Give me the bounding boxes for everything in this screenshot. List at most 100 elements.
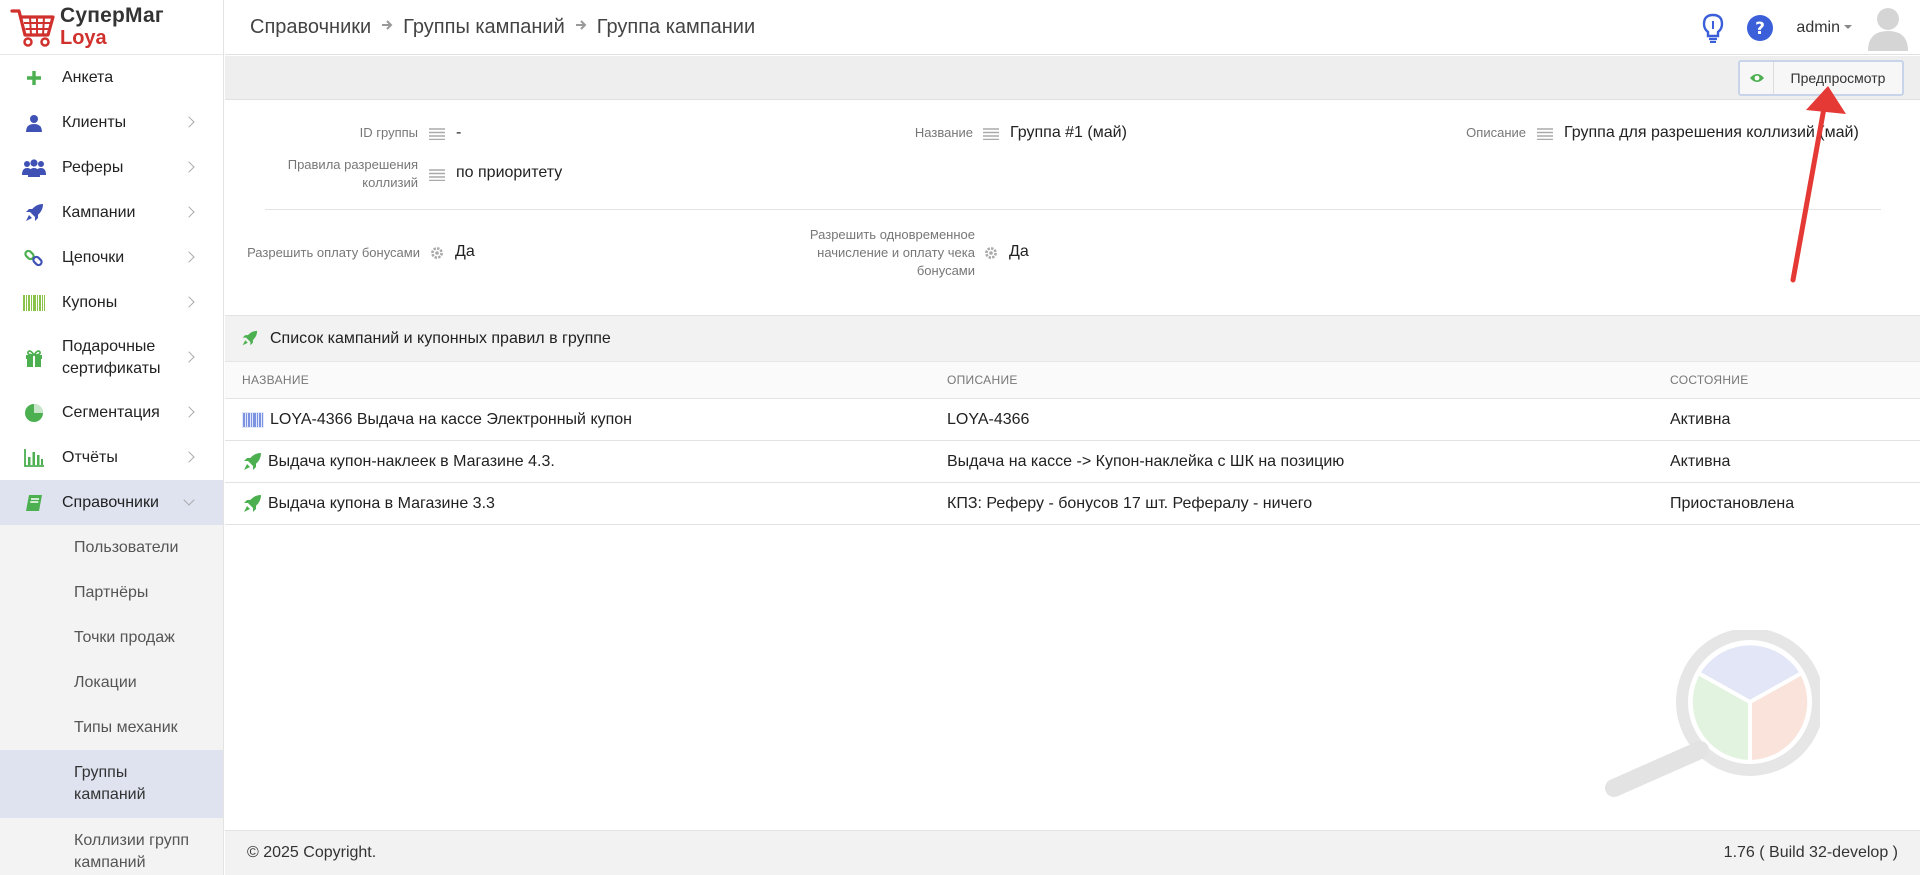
column-header-description[interactable]: ОПИСАНИЕ <box>947 362 1018 398</box>
help-icon[interactable]: ? <box>1746 14 1774 42</box>
sidebar-item-campaigns[interactable]: Кампании <box>0 190 223 235</box>
sidebar-subitem-campaign-group-collisions[interactable]: Коллизии групп кампаний <box>0 818 223 875</box>
sidebar-item-label: Цепочки <box>62 248 125 266</box>
gift-icon <box>22 346 46 370</box>
divider <box>265 209 1881 210</box>
toolbar: Предпросмотр <box>225 56 1920 100</box>
sidebar-item-segmentation[interactable]: Сегментация <box>0 390 223 435</box>
row-description: КПЗ: Реферу - бонусов 17 шт. Рефералу - … <box>947 494 1313 512</box>
rocket-icon <box>242 494 262 514</box>
annotation-arrow-icon <box>1790 86 1846 283</box>
chevron-right-icon <box>183 405 195 418</box>
gear-icon <box>430 246 444 265</box>
list-icon <box>429 168 445 186</box>
sidebar-item-reports[interactable]: Отчёты <box>0 435 223 480</box>
row-status: Приостановлена <box>1670 494 1795 512</box>
sidebar-subitem-points-of-sale[interactable]: Точки продаж <box>0 615 223 660</box>
field-value-allow-simultaneous: Да <box>1009 243 1029 260</box>
field-label-allow-bonus-payment: Разрешить оплату бонусами <box>247 245 420 260</box>
breadcrumb-current: Группа кампании <box>596 15 756 38</box>
sidebar-item-label: Кампании <box>62 203 136 221</box>
user-menu[interactable]: admin <box>1796 19 1852 37</box>
header-actions: ? admin <box>1702 0 1920 55</box>
table-row[interactable]: Выдача купон-наклеек в Магазине 4.3. Выд… <box>225 441 1920 483</box>
breadcrumb-item[interactable]: Группы кампаний <box>403 16 565 39</box>
sidebar-item-label: Клиенты <box>62 113 127 131</box>
sidebar-item-label: Отчёты <box>62 448 118 466</box>
app-logo[interactable]: СуперМаг Loya <box>0 0 223 55</box>
book-icon <box>22 491 46 515</box>
sidebar-subitem-label: Коллизии групп кампаний <box>74 832 190 871</box>
sidebar-subitem-label: Группы кампаний <box>74 764 146 803</box>
chevron-down-icon <box>183 493 195 506</box>
sidebar-subitem-partners[interactable]: Партнёры <box>0 570 223 615</box>
sidebar-item-questionnaire[interactable]: Анкета <box>0 55 223 100</box>
lightbulb-icon[interactable] <box>1702 13 1724 43</box>
row-name[interactable]: Выдача купона в Магазине 3.3 <box>268 495 495 513</box>
chevron-right-icon <box>183 250 195 263</box>
gear-icon <box>984 246 998 265</box>
row-description: LOYA-4366 <box>947 410 1030 428</box>
sidebar-subitem-mechanic-types[interactable]: Типы механик <box>0 705 223 750</box>
list-icon <box>1537 127 1553 145</box>
row-status: Активна <box>1670 452 1731 470</box>
breadcrumb-item[interactable]: Справочники <box>250 16 371 39</box>
user-name: admin <box>1796 18 1840 36</box>
row-status: Активна <box>1670 410 1731 428</box>
sidebar-item-reference-books[interactable]: Справочники <box>0 480 223 525</box>
sidebar-item-label: Справочники <box>62 493 159 511</box>
column-header-name[interactable]: НАЗВАНИЕ <box>242 362 309 398</box>
avatar[interactable] <box>1868 5 1908 51</box>
barcode-icon <box>22 291 46 315</box>
rocket-icon <box>242 452 262 472</box>
plus-icon <box>22 66 46 90</box>
sidebar-item-label: Реферы <box>62 158 124 176</box>
chevron-right-icon <box>183 160 195 173</box>
list-icon <box>983 127 999 145</box>
row-description: Выдача на кассе -> Купон-наклейка с ШК н… <box>947 452 1345 470</box>
link-icon <box>22 246 46 270</box>
row-name[interactable]: Выдача купон-наклеек в Магазине 4.3. <box>268 453 555 471</box>
table-row[interactable]: Выдача купона в Магазине 3.3 КПЗ: Реферу… <box>225 483 1920 525</box>
footer: © 2025 Copyright. 1.76 ( Build 32-develo… <box>225 830 1920 875</box>
campaigns-table: НАЗВАНИЕ ОПИСАНИЕ СОСТОЯНИЕ LOYA-4366 Вы… <box>225 362 1920 525</box>
top-header: Справочники Группы кампаний Группа кампа… <box>225 0 1920 55</box>
field-label-group-id: ID группы <box>359 125 418 140</box>
magnifier-pie-watermark-icon <box>1605 630 1820 797</box>
arrow-right-icon <box>575 18 587 36</box>
sidebar-item-chains[interactable]: Цепочки <box>0 235 223 280</box>
svg-text:?: ? <box>1755 19 1765 39</box>
chevron-right-icon <box>183 295 195 308</box>
sidebar-item-label: Сегментация <box>62 403 160 421</box>
sidebar-item-referrers[interactable]: Реферы <box>0 145 223 190</box>
logo-title: СуперМаг <box>60 4 164 27</box>
pie-icon <box>22 401 46 425</box>
field-label-description: Описание <box>1466 125 1526 140</box>
caret-down-icon <box>1844 25 1852 30</box>
user-icon <box>22 111 46 135</box>
copyright: © 2025 Copyright. <box>247 844 377 861</box>
sidebar-item-label: Купоны <box>62 293 118 311</box>
field-value-name: Группа #1 (май) <box>1010 124 1127 141</box>
sidebar: СуперМаг Loya Анкета Клиенты Реферы Камп… <box>0 0 224 875</box>
rocket-icon <box>22 201 46 225</box>
sidebar-item-label: Подарочные сертификаты <box>62 337 161 377</box>
section-title: Список кампаний и купонных правил в груп… <box>270 329 611 347</box>
rocket-icon <box>241 330 258 347</box>
column-header-status[interactable]: СОСТОЯНИЕ <box>1670 362 1749 398</box>
barcode-icon <box>242 411 264 428</box>
row-name[interactable]: LOYA-4366 Выдача на кассе Электронный ку… <box>270 411 632 429</box>
sidebar-item-clients[interactable]: Клиенты <box>0 100 223 145</box>
sidebar-subitem-locations[interactable]: Локации <box>0 660 223 705</box>
version: 1.76 ( Build 32-develop ) <box>1723 844 1898 861</box>
field-label-collision-rules: Правила разрешения коллизий <box>287 157 418 190</box>
sidebar-subitem-users[interactable]: Пользователи <box>0 525 223 570</box>
chevron-right-icon <box>183 205 195 218</box>
chevron-right-icon <box>183 350 195 363</box>
field-label-name: Название <box>914 125 973 140</box>
sidebar-item-coupons[interactable]: Купоны <box>0 280 223 325</box>
sidebar-item-gift-certificates[interactable]: Подарочные сертификаты <box>0 325 223 390</box>
field-label-allow-simultaneous: Разрешить одновременное начисление и опл… <box>809 227 975 278</box>
sidebar-subitem-campaign-groups[interactable]: Группы кампаний <box>0 750 223 818</box>
table-row[interactable]: LOYA-4366 Выдача на кассе Электронный ку… <box>225 399 1920 441</box>
